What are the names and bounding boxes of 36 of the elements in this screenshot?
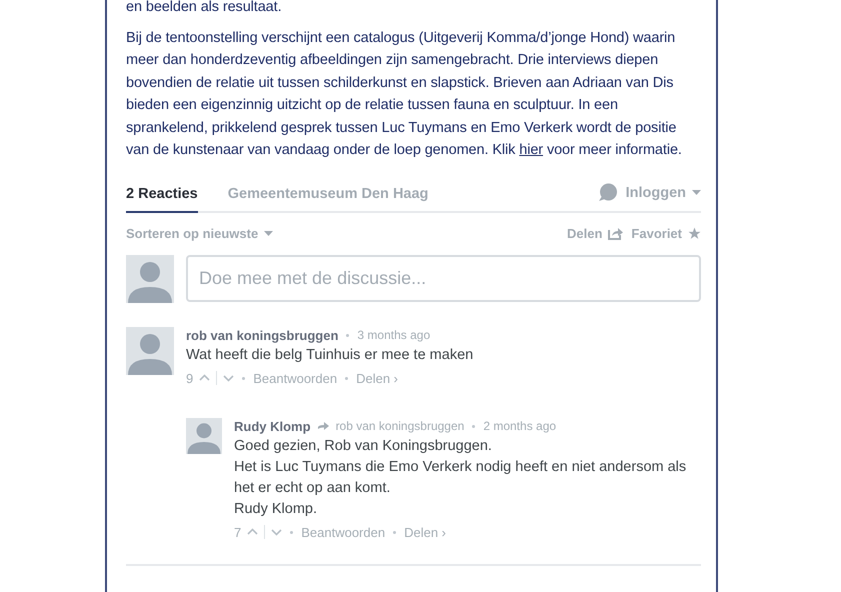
share-icon	[608, 226, 624, 240]
downvote-icon[interactable]	[223, 374, 234, 382]
avatar-icon	[126, 327, 174, 376]
comment-time[interactable]: 3 months ago	[357, 328, 430, 342]
discussion-tab[interactable]: 2 Reacties	[126, 186, 198, 214]
avatar-icon	[126, 255, 174, 304]
reply-link[interactable]: Beantwoorden	[301, 524, 386, 540]
login-dropdown[interactable]: Inloggen	[626, 184, 701, 201]
sort-dropdown[interactable]: Sorteren op nieuwste	[126, 226, 274, 241]
avatar-icon	[186, 418, 222, 454]
share-link[interactable]: Delen ›	[356, 370, 398, 386]
share-link[interactable]: Delen ›	[404, 524, 446, 540]
info-link[interactable]: hier	[519, 142, 544, 158]
discussion-tab[interactable]: Gemeentemuseum Den Haag	[228, 186, 428, 214]
vote-count: 7	[234, 524, 242, 540]
upvote-icon[interactable]	[199, 374, 210, 382]
comment-text: Wat heeft die belg Tuinhuis er mee te maken	[186, 346, 474, 366]
comment-author[interactable]: rob van koningsbruggen	[186, 328, 338, 343]
reply-link[interactable]: Beantwoorden	[253, 370, 338, 386]
vote-count: 9	[186, 370, 194, 386]
caret-icon	[692, 190, 701, 196]
comment-input[interactable]: Doe mee met de discussie...	[186, 255, 701, 302]
share-button[interactable]: Delen	[567, 226, 624, 241]
star-icon	[688, 226, 701, 240]
arrow-icon	[316, 421, 330, 432]
comment-text: Goed gezien, Rob van Koningsbruggen. Het is Luc Tuymans die Emo Verkerk nodig heeft en niet andersom als het er echt op aan komt. Rudy Klomp.	[234, 437, 688, 520]
comment-time[interactable]: 2 months ago	[483, 419, 556, 434]
upvote-icon[interactable]	[247, 528, 258, 536]
downvote-icon[interactable]	[271, 528, 282, 536]
article-paragraph: en beelden als resultaat.	[126, 0, 282, 14]
speech-bubble-icon	[598, 183, 618, 202]
reply-to-author[interactable]: rob van koningsbruggen	[336, 419, 464, 434]
caret-icon	[264, 230, 274, 236]
favorite-button[interactable]: Favoriet	[631, 226, 701, 241]
article-paragraph: Bij de tentoonstelling verschijnt een catalogus (Uitgeverij Komma/d’jonge Hond) waarin meer dan honderdzeventig afbeeldingen zijn samengebracht. Drie interviews diepen bovendien de relatie uit tussen schilderkunst en slapstick. Brieven aan Adriaan van Dis bieden een eigenzinnig uitzicht op de relatie tussen fauna en sculptuur. In een sprankelend, prikkelend gesprek tussen Luc Tuymans en Emo Verkerk wordt de positie van de kunstenaar van vandaag onder de loep genomen. Klik hier voor meer informatie.	[126, 29, 683, 160]
comment-author[interactable]: Rudy Klomp	[234, 418, 311, 434]
